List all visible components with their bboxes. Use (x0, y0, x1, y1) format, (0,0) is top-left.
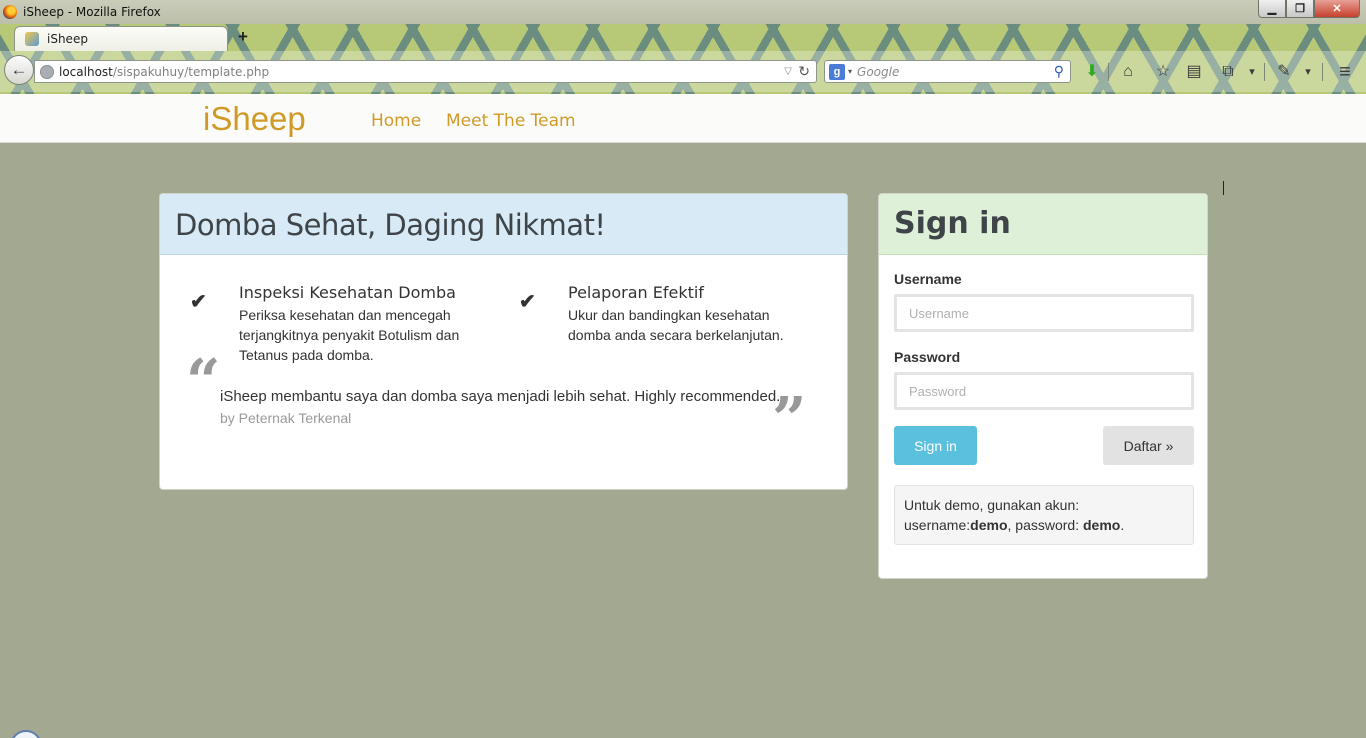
feature-description: Periksa kesehatan dan mencegah terjangki… (239, 307, 460, 363)
text-cursor (1223, 181, 1224, 195)
testimonial-author: by Peternak Terkenal (220, 410, 352, 426)
favicon-icon (25, 32, 39, 46)
nav-home-link[interactable]: Home (371, 111, 421, 131)
feature-description: Ukur dan bandingkan kesehatan domba anda… (568, 307, 784, 343)
testimonial-text: iSheep membantu saya dan domba saya menj… (220, 388, 781, 405)
url-history-dropdown-icon[interactable]: ▽ (784, 66, 792, 77)
tools-dropdown-icon[interactable]: ▾ (1297, 62, 1319, 82)
browser-chrome: iSheep + localhost/sispakuhuy/template.p… (0, 24, 1366, 94)
brand-logo[interactable]: iSheep (203, 100, 306, 138)
reader-list-icon[interactable]: ▤ (1183, 62, 1205, 82)
password-label: Password (894, 349, 961, 365)
site-identity-icon[interactable] (40, 64, 54, 79)
username-label: Username (894, 271, 962, 287)
search-go-icon[interactable]: ⚲ (1054, 63, 1064, 80)
feature-title: Pelaporan Efektif (568, 283, 704, 302)
url-path: /sispakuhuy/template.php (112, 64, 270, 79)
taskbar-start-icon[interactable] (10, 730, 42, 738)
feature-inspeksi: Inspeksi Kesehatan Domba Periksa kesehat… (239, 283, 489, 365)
navigation-toolbar: localhost/sispakuhuy/template.php ▽ ↻ ← … (0, 51, 1366, 92)
checkmark-icon: ✔ (519, 291, 536, 313)
quote-close-icon: ” (772, 385, 807, 455)
password-input[interactable] (894, 372, 1194, 410)
username-input[interactable] (894, 294, 1194, 332)
url-bar[interactable]: localhost/sispakuhuy/template.php ▽ ↻ (34, 60, 817, 83)
hero-panel-header: Domba Sehat, Daging Nikmat! (160, 194, 847, 255)
screenshot-dropdown-icon[interactable]: ▾ (1241, 62, 1263, 82)
new-tab-button[interactable]: + (234, 28, 252, 46)
screenshot-icon[interactable]: ⧉ (1217, 62, 1239, 82)
demo-note-mid: , password: (1007, 517, 1083, 533)
reload-icon[interactable]: ↻ (798, 63, 810, 80)
search-bar[interactable]: g ▾ Google ⚲ (824, 60, 1071, 83)
feature-title: Inspeksi Kesehatan Domba (239, 283, 456, 302)
developer-tools-icon[interactable]: ✎ (1273, 62, 1295, 82)
engine-dropdown-icon[interactable]: ▾ (848, 67, 852, 76)
search-placeholder: Google (857, 64, 900, 79)
toolbar-separator (1264, 63, 1265, 81)
demo-username: demo (970, 517, 1008, 533)
window-titlebar: iSheep - Mozilla Firefox ▁ ❐ ✕ (0, 0, 1366, 24)
minimize-button[interactable]: ▁ (1258, 0, 1286, 18)
url-text: localhost/sispakuhuy/template.php (59, 65, 269, 79)
demo-account-note: Untuk demo, gunakan akun: username:demo,… (894, 485, 1194, 545)
demo-password: demo (1082, 517, 1121, 533)
tab-isheep[interactable]: iSheep (14, 26, 228, 51)
signin-header: Sign in (879, 194, 1207, 255)
register-button[interactable]: Daftar » (1103, 426, 1194, 465)
site-navbar: iSheep Home Meet The Team (0, 94, 1366, 143)
firefox-logo-icon (3, 5, 17, 19)
hamburger-menu-icon[interactable]: ≡ (1334, 62, 1356, 82)
window-controls: ▁ ❐ ✕ (1258, 0, 1360, 18)
download-icon[interactable]: ⬇ (1081, 62, 1103, 82)
home-icon[interactable]: ⌂ (1117, 62, 1139, 82)
signin-panel: Sign in Username Password Sign in Daftar… (878, 193, 1208, 579)
google-engine-icon[interactable]: g (829, 63, 845, 80)
back-button[interactable]: ← (4, 55, 34, 85)
signin-button[interactable]: Sign in (894, 426, 977, 465)
tab-label: iSheep (47, 32, 88, 46)
hero-panel: Domba Sehat, Daging Nikmat! ✔ Inspeksi K… (159, 193, 848, 490)
hero-title: Domba Sehat, Daging Nikmat! (175, 208, 606, 242)
nav-meet-team-link[interactable]: Meet The Team (446, 111, 576, 131)
maximize-button[interactable]: ❐ (1286, 0, 1314, 18)
demo-note-suffix: . (1120, 517, 1125, 533)
url-host: localhost (59, 64, 113, 79)
quote-open-icon: “ (186, 347, 221, 417)
window-title: iSheep - Mozilla Firefox (23, 5, 161, 19)
feature-pelaporan: Pelaporan Efektif Ukur dan bandingkan ke… (568, 283, 808, 345)
signin-title: Sign in (894, 206, 1011, 241)
toolbar-separator (1322, 63, 1323, 81)
toolbar-separator (1108, 63, 1109, 81)
bookmark-star-icon[interactable]: ☆ (1152, 62, 1174, 82)
checkmark-icon: ✔ (190, 291, 207, 313)
close-button[interactable]: ✕ (1314, 0, 1360, 18)
